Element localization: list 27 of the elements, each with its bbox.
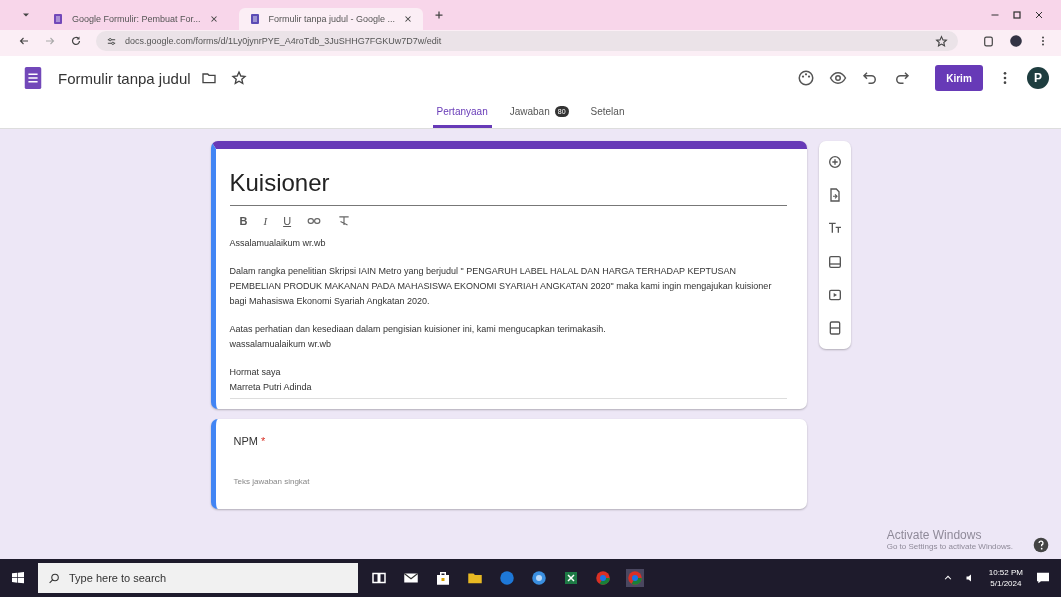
format-button[interactable]: U: [283, 215, 292, 227]
question-card[interactable]: NPM * Teks jawaban singkat: [210, 419, 807, 509]
description-text: Hormat saya: [229, 366, 282, 379]
description-text: Assalamualaikum wr.wb: [229, 237, 327, 250]
taskbar-search-field[interactable]: Type here to search: [38, 563, 358, 593]
clock-date[interactable]: 5/1/2024: [988, 578, 1023, 589]
description-text: Marreta Putri Adinda: [229, 381, 313, 394]
clock-time[interactable]: 10:52 PM: [988, 567, 1023, 578]
description-text: Aatas perhatian dan kesediaan dalam pengisian kuisioner ini, kami mengucapkan terimakasih.: [229, 323, 607, 336]
format-button[interactable]: I: [263, 215, 268, 227]
browser-tab[interactable]: Formulir tanpa judul - Google ...: [238, 8, 424, 30]
url-text: docs.google.com/forms/d/1Ly0jynrPYE_A4roTdb_3JuSHHG7FGKUw7D7w/edit: [125, 36, 442, 46]
form-name[interactable]: Formulir tanpa judul: [58, 69, 191, 87]
description-text: wassalamualaikum wr.wb: [229, 338, 333, 351]
send-button[interactable]: Kirim: [935, 65, 983, 91]
question-title: NPM: [233, 435, 258, 447]
required-mark: *: [260, 435, 266, 447]
format-button[interactable]: B: [239, 215, 248, 227]
avatar[interactable]: P: [1027, 67, 1049, 89]
browser-tab[interactable]: Google Formulir: Pembuat For...: [42, 8, 229, 30]
address-bar[interactable]: docs.google.com/forms/d/1Ly0jynrPYE_A4roTdb_3JuSHHG7FGKUw7D7w/edit: [96, 31, 958, 51]
activation-title: Activate Windows: [886, 528, 983, 542]
form-title-field[interactable]: Kuisioner: [229, 163, 787, 206]
description-text: Dalam rangka penelitian Skripsi IAIN Metro yang berjudul " PENGARUH LABEL HALAL DAN HARGA TERHADAP KEPTUSAN PEMBELIAN PRODUK MAKANAN PADA MAHASISWA EKONOMI SYARIAH ANGKATAN 2020" maka kami ingin mengajukan kuisioner bagi Mahasiswa Ekonomi Syariah Angkatan 2020.: [229, 265, 773, 308]
activation-subtitle: Go to Settings to activate Windows.: [886, 542, 1013, 551]
form-tab[interactable]: Setelan: [586, 100, 629, 128]
answer-field[interactable]: Teks jawaban singkat: [233, 477, 787, 486]
